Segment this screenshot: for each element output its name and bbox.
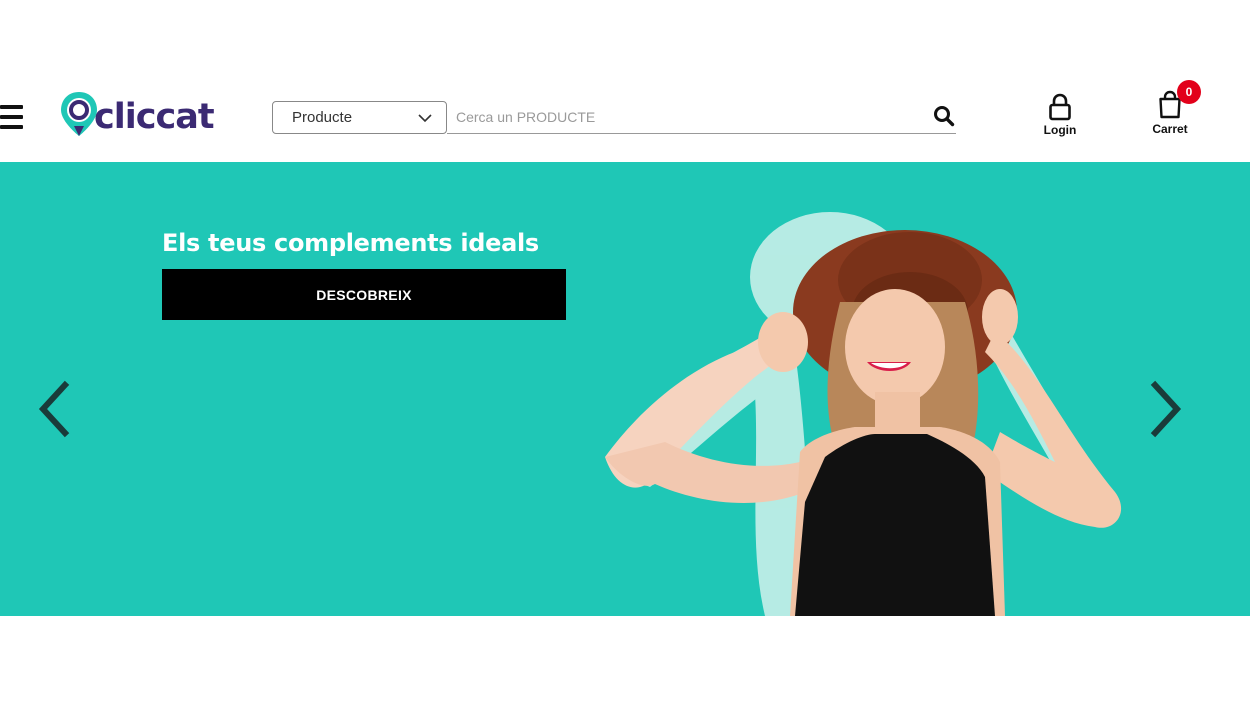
search-input[interactable] [456, 105, 916, 129]
hamburger-line [0, 115, 23, 119]
cart-label: Carret [1152, 122, 1188, 136]
brand-name: cliccat [94, 97, 215, 137]
chevron-left-icon[interactable] [33, 379, 73, 439]
login-label: Login [1043, 123, 1077, 137]
brand-logo[interactable]: cliccat [58, 89, 218, 139]
user-lock-icon [1049, 93, 1071, 121]
chevron-right-icon[interactable] [1147, 379, 1187, 439]
cart-button[interactable]: Carret 0 [1144, 80, 1201, 141]
hamburger-menu-icon[interactable] [0, 103, 24, 131]
category-select[interactable]: Producte [272, 101, 447, 134]
hero-slider: Els teus complements ideals DESCOBREIX [0, 162, 1250, 616]
chevron-down-icon [418, 114, 432, 123]
category-select-value: Producte [292, 109, 353, 126]
hero-image-woman-with-hat [605, 212, 1122, 616]
login-button[interactable]: Login [1036, 92, 1084, 140]
hamburger-line [0, 125, 23, 129]
discover-button[interactable]: DESCOBREIX [162, 269, 566, 320]
cart-count-badge: 0 [1177, 80, 1201, 104]
search-icon[interactable] [932, 104, 956, 128]
site-header: cliccat Producte Login Carret 0 [0, 70, 1250, 162]
hamburger-line [0, 105, 23, 109]
search-bar [447, 101, 956, 134]
hero-title: Els teus complements ideals [162, 229, 539, 257]
